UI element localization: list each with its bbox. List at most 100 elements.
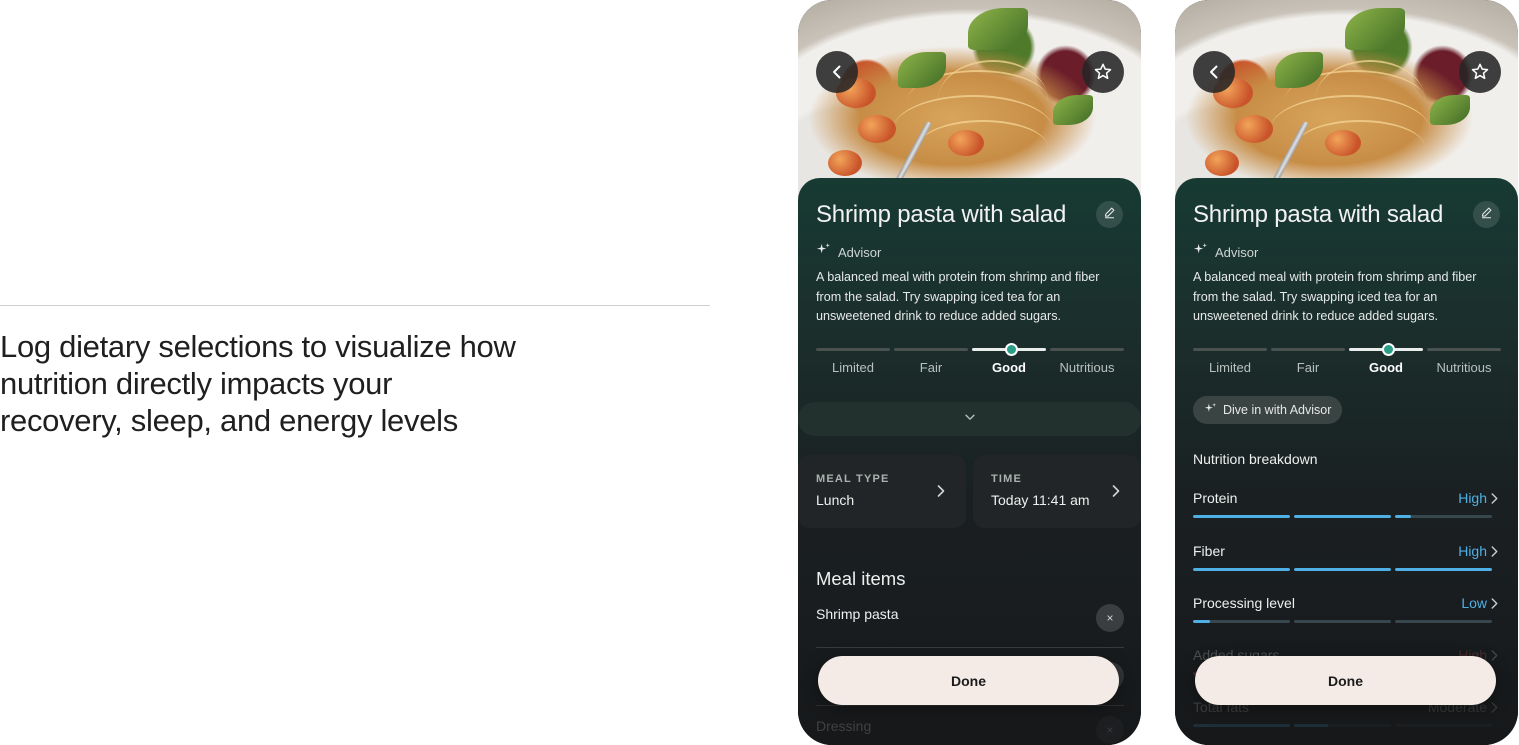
- meal-type-card[interactable]: MEAL TYPE Lunch: [798, 455, 966, 528]
- metric-level-segment: [1395, 515, 1492, 518]
- chevron-right-icon: [1490, 545, 1499, 563]
- meal-item-name: Shrimp pasta: [816, 606, 899, 622]
- favorite-button[interactable]: [1459, 51, 1501, 93]
- scale-label-good: Good: [1369, 360, 1403, 375]
- star-icon: [1093, 62, 1113, 82]
- nutrition-metric-row[interactable]: Protein High: [1193, 490, 1499, 530]
- rating-indicator: [1005, 343, 1018, 356]
- scale-label-limited: Limited: [832, 360, 874, 375]
- scale-segment-fair: [894, 348, 968, 351]
- phone-screen-nutrition-breakdown: Shrimp pasta with salad Advisor A balanc…: [1175, 0, 1518, 745]
- star-icon: [1470, 62, 1490, 82]
- metric-level-fill: [1395, 568, 1492, 571]
- close-icon: ×: [1106, 723, 1114, 737]
- dive-in-advisor-button[interactable]: Dive in with Advisor: [1193, 396, 1343, 424]
- nutrition-breakdown-title: Nutrition breakdown: [1193, 451, 1318, 467]
- chevron-down-icon: [963, 410, 977, 429]
- metric-level-segment: [1294, 724, 1391, 727]
- metric-value: High: [1458, 543, 1487, 559]
- metric-level-fill: [1193, 724, 1290, 727]
- metric-level-segment: [1294, 620, 1391, 623]
- done-button[interactable]: Done: [1195, 656, 1496, 705]
- metric-level-segment: [1294, 568, 1391, 571]
- nutrition-metric-row[interactable]: Total fats Moderate: [1193, 699, 1499, 739]
- chevron-right-icon: [936, 484, 946, 503]
- scale-label-fair: Fair: [1296, 360, 1320, 375]
- metric-level-segment: [1294, 515, 1391, 518]
- meal-type-caption: MEAL TYPE: [816, 473, 890, 485]
- time-value: Today 11:41 am: [991, 492, 1090, 508]
- scale-label-fair: Fair: [919, 360, 943, 375]
- advisor-label: Advisor: [1215, 244, 1259, 260]
- metric-value: High: [1458, 490, 1487, 506]
- marketing-caption: Log dietary selections to visualize how …: [0, 329, 516, 438]
- metric-level-segment: [1395, 620, 1492, 623]
- phone-screen-meal-details: Shrimp pasta with salad Advisor A balanc…: [798, 0, 1141, 745]
- metric-level-fill: [1193, 568, 1290, 571]
- chevron-right-icon: [1490, 492, 1499, 510]
- sparkle-icon: [816, 242, 831, 262]
- back-button[interactable]: [816, 51, 858, 93]
- metric-level-fill: [1193, 515, 1290, 518]
- metric-level-fill: [1294, 515, 1391, 518]
- metric-level-fill: [1395, 515, 1411, 518]
- meal-item-name: Dressing: [816, 718, 872, 734]
- divider-line: [0, 305, 710, 306]
- metric-level-segment: [1193, 724, 1290, 727]
- advisor-chip-label: Dive in with Advisor: [1223, 403, 1332, 417]
- advisor-header: Advisor: [1193, 242, 1258, 262]
- close-icon: ×: [1106, 611, 1114, 625]
- nutrition-metric-row[interactable]: Processing level Low: [1193, 595, 1499, 635]
- chevron-left-icon: [1206, 64, 1222, 80]
- edit-title-button[interactable]: [1096, 201, 1123, 228]
- nutrition-metric-row[interactable]: Fiber High: [1193, 543, 1499, 583]
- rating-indicator: [1382, 343, 1395, 356]
- meal-title: Shrimp pasta with salad: [816, 201, 1067, 228]
- chevron-right-icon: [1490, 597, 1499, 615]
- metric-name: Processing level: [1193, 595, 1295, 611]
- chevron-right-icon: [1490, 701, 1499, 719]
- scale-label-nutritious: Nutritious: [1059, 360, 1115, 375]
- scale-segment-limited: [816, 348, 890, 351]
- scale-segment-fair: [1271, 348, 1345, 351]
- metric-level-fill: [1294, 724, 1328, 727]
- scale-label-limited: Limited: [1209, 360, 1251, 375]
- meal-item-row: Dressing ×: [816, 710, 1124, 745]
- nutrition-rating-scale: Limited Fair Good Nutritious: [1193, 343, 1501, 386]
- remove-item-button[interactable]: ×: [1096, 604, 1124, 632]
- expand-advisor-button[interactable]: [798, 402, 1141, 436]
- pencil-icon: [1103, 206, 1116, 224]
- time-card[interactable]: TIME Today 11:41 am: [973, 455, 1141, 528]
- favorite-button[interactable]: [1082, 51, 1124, 93]
- advisor-header: Advisor: [816, 242, 881, 262]
- time-caption: TIME: [991, 473, 1023, 485]
- pencil-icon: [1480, 206, 1493, 224]
- meal-items-title: Meal items: [816, 568, 906, 589]
- metric-name: Protein: [1193, 490, 1238, 506]
- metric-name: Fiber: [1193, 543, 1225, 559]
- scale-segment-nutritious: [1050, 348, 1124, 351]
- scale-segment-limited: [1193, 348, 1267, 351]
- metric-level-fill: [1193, 620, 1211, 623]
- metric-level-segment: [1193, 515, 1290, 518]
- advisor-label: Advisor: [838, 244, 882, 260]
- metric-level-segment: [1395, 568, 1492, 571]
- metric-level-fill: [1294, 568, 1391, 571]
- nutrition-rating-scale: Limited Fair Good Nutritious: [816, 343, 1124, 386]
- meal-title: Shrimp pasta with salad: [1193, 201, 1444, 228]
- chevron-right-icon: [1490, 649, 1499, 667]
- meal-item-row: Shrimp pasta ×: [816, 598, 1124, 648]
- chevron-right-icon: [1111, 484, 1121, 503]
- edit-title-button[interactable]: [1473, 201, 1500, 228]
- back-button[interactable]: [1193, 51, 1235, 93]
- sparkle-icon: [1193, 242, 1208, 262]
- advisor-summary: A balanced meal with protein from shrimp…: [1193, 270, 1477, 323]
- remove-item-button[interactable]: ×: [1096, 716, 1124, 744]
- sparkle-icon: [1204, 402, 1217, 418]
- metric-level-segment: [1193, 620, 1290, 623]
- metric-value: Low: [1461, 595, 1487, 611]
- meal-type-value: Lunch: [816, 492, 855, 508]
- scale-label-nutritious: Nutritious: [1436, 360, 1492, 375]
- chevron-left-icon: [829, 64, 845, 80]
- done-button[interactable]: Done: [818, 656, 1119, 705]
